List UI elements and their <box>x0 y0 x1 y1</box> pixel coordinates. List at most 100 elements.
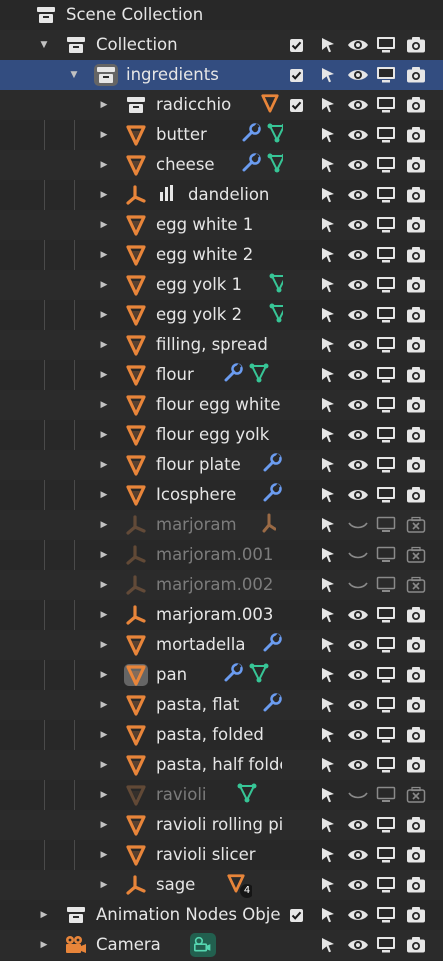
outliner-row-flour-plate[interactable]: ▶ flour plate <box>0 450 443 480</box>
collection-icon[interactable] <box>64 904 88 926</box>
mesh-object-icon[interactable] <box>124 154 148 176</box>
selectable-toggle-cursor-icon[interactable] <box>316 240 340 270</box>
hide-in-viewport-eye-icon[interactable] <box>346 30 370 60</box>
disable-in-renders-camera-icon[interactable] <box>404 840 428 870</box>
selectable-toggle-cursor-icon[interactable] <box>316 60 340 90</box>
hide-in-viewport-eye-icon[interactable] <box>346 300 370 330</box>
exclude-checkbox[interactable] <box>284 90 308 120</box>
disable-in-renders-camera-icon[interactable] <box>404 150 428 180</box>
disable-in-viewports-monitor-icon[interactable] <box>374 570 398 600</box>
mesh-object-icon[interactable] <box>124 484 148 506</box>
mesh-object-icon[interactable] <box>124 454 148 476</box>
selectable-toggle-cursor-icon[interactable] <box>316 660 340 690</box>
selectable-toggle-cursor-icon[interactable] <box>316 210 340 240</box>
outliner-row-ravioli[interactable]: ▶ ravioli <box>0 780 443 810</box>
selectable-toggle-cursor-icon[interactable] <box>316 330 340 360</box>
mesh-object-icon[interactable] <box>124 394 148 416</box>
row-label[interactable]: egg white 2 <box>156 240 282 270</box>
disable-in-renders-camera-icon[interactable] <box>404 720 428 750</box>
empty-object-icon[interactable] <box>124 514 148 536</box>
mesh-object-icon[interactable] <box>124 424 148 446</box>
expand-arrow-right-icon[interactable]: ▶ <box>37 930 51 960</box>
expand-arrow-right-icon[interactable]: ▶ <box>97 270 111 300</box>
disable-in-renders-camera-icon[interactable] <box>404 210 428 240</box>
collection-icon[interactable] <box>64 34 88 56</box>
disable-in-viewports-monitor-icon[interactable] <box>374 630 398 660</box>
collection-icon[interactable] <box>34 4 58 26</box>
disable-in-renders-camera-icon[interactable] <box>404 360 428 390</box>
hide-in-viewport-eye-icon[interactable] <box>346 480 370 510</box>
disable-in-viewports-monitor-icon[interactable] <box>374 60 398 90</box>
mesh-object-icon[interactable] <box>124 244 148 266</box>
selectable-toggle-cursor-icon[interactable] <box>316 90 340 120</box>
hide-in-viewport-eye-icon[interactable] <box>346 240 370 270</box>
hide-in-viewport-eye-icon[interactable] <box>346 450 370 480</box>
selectable-toggle-cursor-icon[interactable] <box>316 570 340 600</box>
row-label[interactable]: marjoram.003 <box>156 600 282 630</box>
vertex-group-icon[interactable] <box>248 662 270 688</box>
outliner-row-pasta-half-folded[interactable]: ▶ pasta, half folded <box>0 750 443 780</box>
selectable-toggle-cursor-icon[interactable] <box>316 360 340 390</box>
disable-in-renders-camera-icon[interactable] <box>404 810 428 840</box>
expand-arrow-right-icon[interactable]: ▶ <box>97 450 111 480</box>
disable-in-renders-camera-icon[interactable] <box>404 930 428 960</box>
mesh-object-icon[interactable] <box>124 844 148 866</box>
row-label[interactable]: flour egg yolk <box>156 420 282 450</box>
selectable-toggle-cursor-icon[interactable] <box>316 510 340 540</box>
row-label[interactable]: dandelion <box>188 180 280 210</box>
hide-in-viewport-eye-icon[interactable] <box>346 390 370 420</box>
selectable-toggle-cursor-icon[interactable] <box>316 720 340 750</box>
disable-in-viewports-monitor-icon[interactable] <box>374 540 398 570</box>
disable-in-viewports-monitor-icon[interactable] <box>374 210 398 240</box>
row-label[interactable]: filling, spread <box>156 330 282 360</box>
selectable-toggle-cursor-icon[interactable] <box>316 450 340 480</box>
selectable-toggle-cursor-icon[interactable] <box>316 870 340 900</box>
hide-in-viewport-eye-icon[interactable] <box>346 660 370 690</box>
exclude-checkbox[interactable] <box>284 30 308 60</box>
expand-arrow-right-icon[interactable]: ▶ <box>97 780 111 810</box>
outliner-row-flour-egg-yolk[interactable]: ▶ flour egg yolk <box>0 420 443 450</box>
mesh-object-icon[interactable] <box>124 334 148 356</box>
hide-in-viewport-eye-icon[interactable] <box>346 330 370 360</box>
exclude-checkbox[interactable] <box>284 900 308 930</box>
disable-in-viewports-monitor-icon[interactable] <box>374 480 398 510</box>
expand-arrow-right-icon[interactable]: ▶ <box>97 540 111 570</box>
disable-in-renders-camera-icon[interactable] <box>404 750 428 780</box>
vertex-group-icon[interactable] <box>248 362 270 388</box>
row-label[interactable]: Scene Collection <box>66 0 282 30</box>
hide-in-viewport-eye-icon[interactable] <box>346 60 370 90</box>
disable-in-viewports-monitor-icon[interactable] <box>374 900 398 930</box>
mesh-object-icon[interactable] <box>124 364 148 386</box>
wrench-icon[interactable] <box>261 482 283 508</box>
disable-in-viewports-monitor-icon[interactable] <box>374 180 398 210</box>
wrench-icon[interactable] <box>261 632 283 658</box>
hide-in-viewport-eye-icon[interactable] <box>346 150 370 180</box>
outliner-row-egg-white-2[interactable]: ▶ egg white 2 <box>0 240 443 270</box>
disable-in-viewports-monitor-icon[interactable] <box>374 930 398 960</box>
row-label[interactable]: egg white 1 <box>156 210 282 240</box>
hide-in-viewport-eye-icon[interactable] <box>346 810 370 840</box>
vertex-group-icon[interactable] <box>268 272 283 298</box>
disable-in-renders-camera-icon[interactable] <box>404 480 428 510</box>
outliner-row-collection[interactable]: ▼ Collection <box>0 30 443 60</box>
disable-in-renders-camera-icon[interactable] <box>404 630 428 660</box>
selectable-toggle-cursor-icon[interactable] <box>316 630 340 660</box>
disable-in-renders-camera-icon[interactable] <box>404 180 428 210</box>
mesh-object-icon[interactable] <box>124 694 148 716</box>
outliner-row-mortadella[interactable]: ▶ mortadella <box>0 630 443 660</box>
disable-in-viewports-monitor-icon[interactable] <box>374 360 398 390</box>
disable-in-renders-camera-icon[interactable] <box>404 570 428 600</box>
expand-arrow-right-icon[interactable]: ▶ <box>97 690 111 720</box>
disable-in-viewports-monitor-icon[interactable] <box>374 870 398 900</box>
row-label[interactable]: egg yolk 2 <box>156 300 280 330</box>
selectable-toggle-cursor-icon[interactable] <box>316 180 340 210</box>
particles-icon[interactable] <box>156 182 178 208</box>
outliner-row-cheese[interactable]: ▶ cheese <box>0 150 443 180</box>
hide-in-viewport-eye-icon[interactable] <box>346 870 370 900</box>
disable-in-renders-camera-icon[interactable] <box>404 450 428 480</box>
selectable-toggle-cursor-icon[interactable] <box>316 840 340 870</box>
hide-in-viewport-eye-icon[interactable] <box>346 900 370 930</box>
selectable-toggle-cursor-icon[interactable] <box>316 30 340 60</box>
expand-arrow-right-icon[interactable]: ▶ <box>97 810 111 840</box>
hide-in-viewport-closed-eye-icon[interactable] <box>346 780 370 810</box>
